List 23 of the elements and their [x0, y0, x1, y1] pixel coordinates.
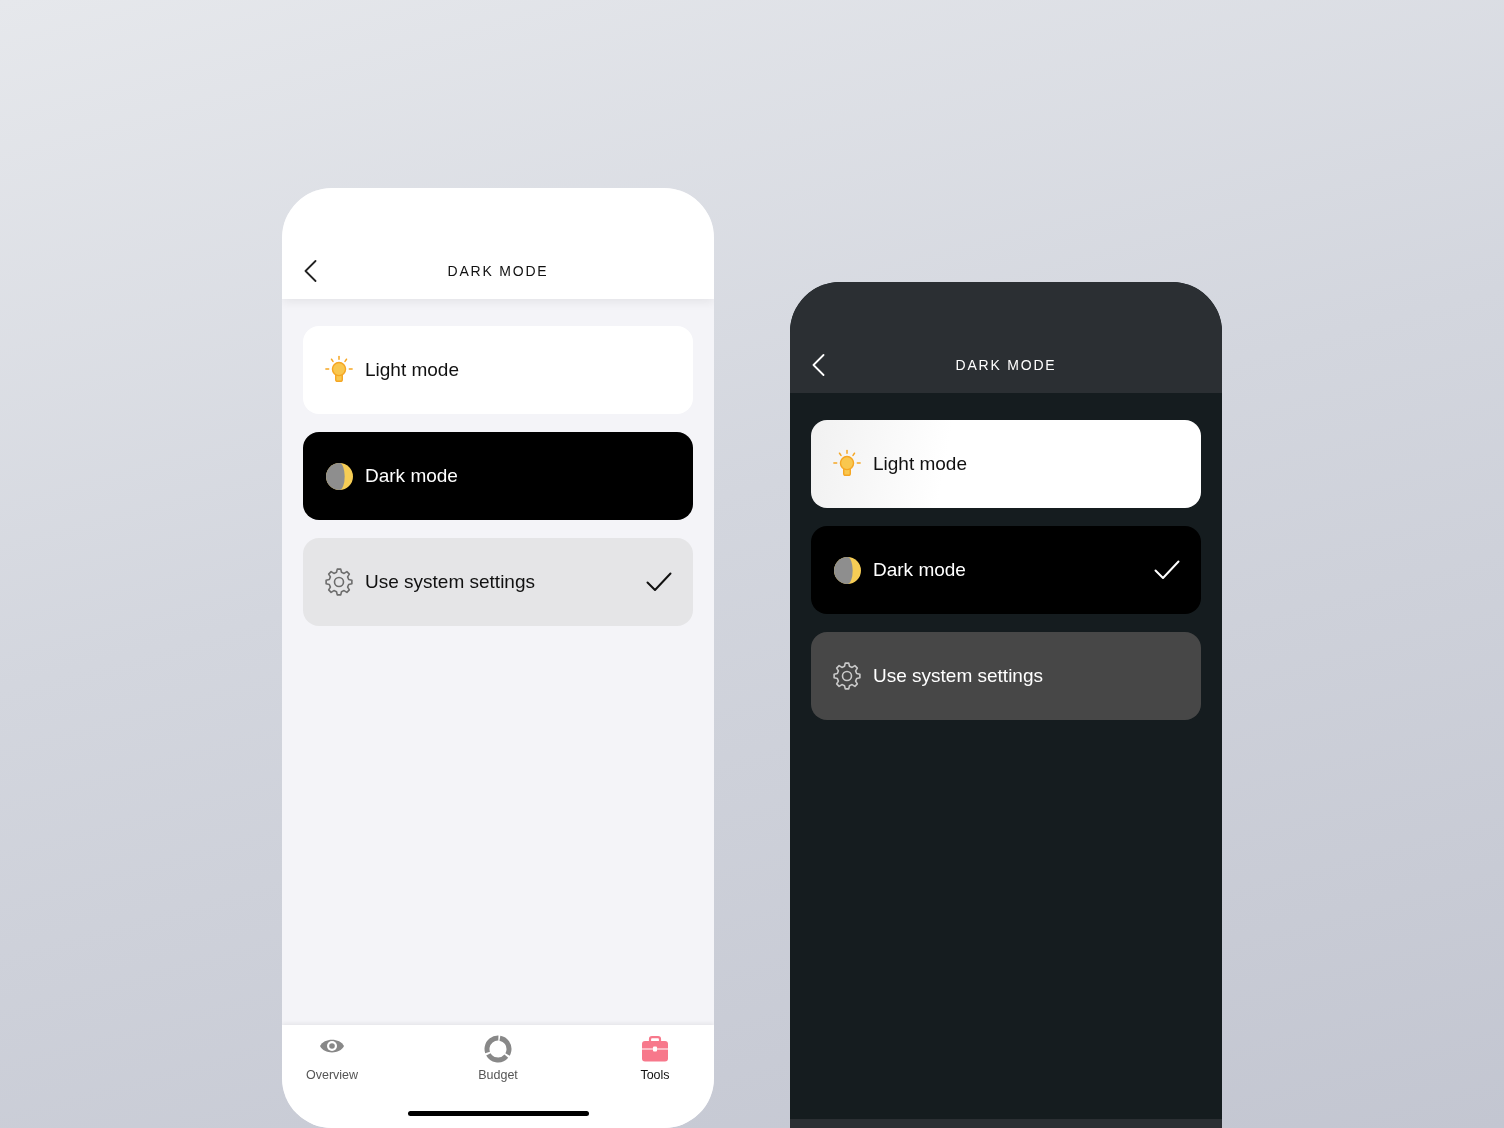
eye-icon	[319, 1037, 345, 1055]
mode-option[interactable]: Light mode	[811, 420, 1201, 508]
screen-title: DARK MODE	[955, 357, 1057, 373]
screen-title: DARK MODE	[447, 263, 549, 279]
checkmark-icon	[646, 572, 672, 592]
lightbulb-icon	[832, 449, 862, 479]
mode-option[interactable]: Dark mode	[811, 526, 1201, 614]
toolbox-icon	[641, 1036, 669, 1062]
tab-button[interactable]: Tools	[638, 1035, 672, 1083]
segmented-ring-icon	[484, 1035, 512, 1063]
settings-icon	[324, 567, 354, 597]
settings-icon	[832, 661, 862, 691]
tab-button[interactable]: Budget	[476, 1035, 520, 1083]
lightbulb-icon	[324, 355, 354, 385]
mode-option[interactable]: Use system settings	[303, 538, 693, 626]
back-icon[interactable]	[304, 260, 317, 282]
mode-option[interactable]: Use system settings	[811, 632, 1201, 720]
mode-option[interactable]: Dark mode	[303, 432, 693, 520]
mode-option[interactable]: Light mode	[303, 326, 693, 414]
moon-icon	[834, 556, 861, 584]
tab-button[interactable]: Overview	[303, 1035, 361, 1083]
checkmark-icon	[1154, 560, 1180, 580]
moon-icon	[326, 462, 353, 490]
